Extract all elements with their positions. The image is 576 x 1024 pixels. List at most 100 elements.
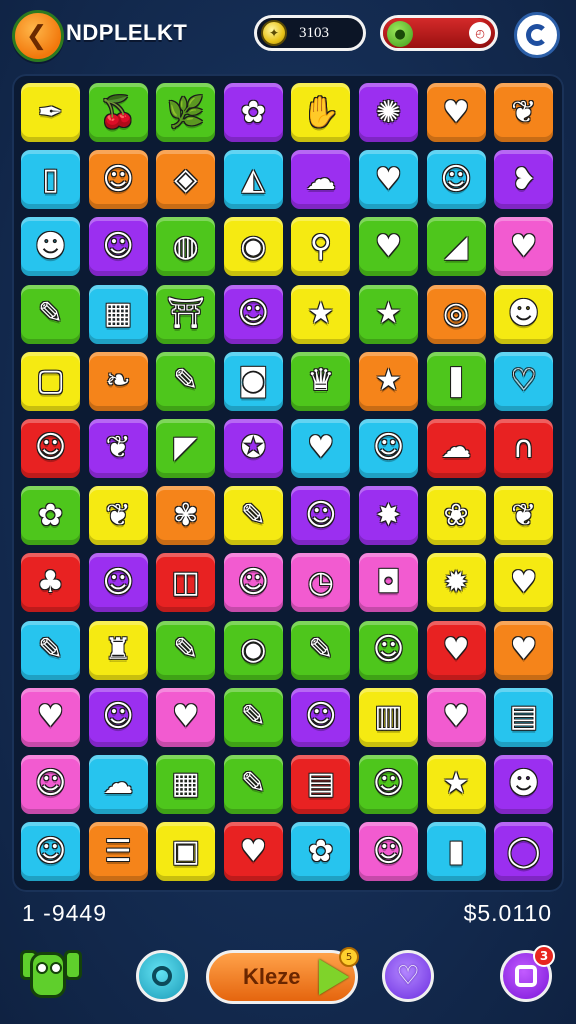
game-tile[interactable]: ☺ bbox=[356, 752, 420, 816]
game-tile[interactable]: ⚲ bbox=[289, 215, 353, 279]
game-tile[interactable]: ◉ bbox=[221, 618, 285, 682]
game-tile[interactable]: ✎ bbox=[154, 349, 218, 413]
game-tile[interactable]: ✹ bbox=[424, 551, 488, 615]
game-tile[interactable]: ✿ bbox=[221, 81, 285, 144]
game-tile[interactable]: ▣ bbox=[154, 820, 218, 884]
game-tile[interactable]: ❚ bbox=[424, 349, 488, 413]
game-tile[interactable]: ◢ bbox=[424, 215, 488, 279]
game-tile[interactable]: ♥ bbox=[289, 416, 353, 480]
game-tile[interactable]: ❥ bbox=[492, 148, 556, 212]
back-button[interactable]: ❮ bbox=[12, 10, 64, 62]
game-tile[interactable]: ☁ bbox=[424, 416, 488, 480]
game-tile[interactable]: ◙ bbox=[221, 349, 285, 413]
game-tile[interactable]: ✎ bbox=[19, 282, 82, 346]
game-tile[interactable]: ☺ bbox=[86, 685, 150, 749]
game-tile[interactable]: 🍒 bbox=[86, 81, 150, 144]
game-tile[interactable]: ◍ bbox=[154, 215, 218, 279]
game-tile[interactable]: ♡ bbox=[492, 349, 556, 413]
game-tile[interactable]: ☺ bbox=[221, 282, 285, 346]
game-tile[interactable]: ☺ bbox=[19, 752, 82, 816]
game-tile[interactable]: ▯ bbox=[19, 148, 82, 212]
game-tile[interactable]: ◭ bbox=[221, 148, 285, 212]
game-tile[interactable]: ☺ bbox=[19, 416, 82, 480]
game-tile[interactable]: ▦ bbox=[154, 752, 218, 816]
game-tile[interactable]: ☺ bbox=[86, 215, 150, 279]
favorite-button[interactable]: ♡ bbox=[382, 950, 434, 1002]
game-tile[interactable]: ♥ bbox=[154, 685, 218, 749]
game-tile[interactable]: ❦ bbox=[492, 81, 556, 144]
game-tile[interactable]: ✎ bbox=[154, 618, 218, 682]
game-tile[interactable]: ◷ bbox=[289, 551, 353, 615]
game-tile[interactable]: ☻ bbox=[492, 752, 556, 816]
game-tile[interactable]: ▢ bbox=[19, 349, 82, 413]
game-tile[interactable]: ▤ bbox=[492, 685, 556, 749]
coin-counter[interactable]: ✦ 3103 bbox=[254, 15, 366, 51]
game-tile[interactable]: ✪ bbox=[221, 416, 285, 480]
game-tile[interactable]: ⛩ bbox=[154, 282, 218, 346]
game-tile[interactable]: ☺ bbox=[356, 618, 420, 682]
game-tile[interactable]: ☺ bbox=[356, 416, 420, 480]
game-tile[interactable]: ♥ bbox=[424, 618, 488, 682]
game-tile[interactable]: ☻ bbox=[492, 282, 556, 346]
game-tile[interactable]: ☁ bbox=[289, 148, 353, 212]
game-tile[interactable]: ☺ bbox=[289, 484, 353, 548]
game-tile[interactable]: ✾ bbox=[154, 484, 218, 548]
game-tile[interactable]: ★ bbox=[356, 282, 420, 346]
settings-button[interactable] bbox=[514, 12, 560, 58]
game-tile[interactable]: ✎ bbox=[289, 618, 353, 682]
game-tile[interactable]: ☺ bbox=[356, 820, 420, 884]
game-tile[interactable]: ♥ bbox=[424, 81, 488, 144]
game-tile[interactable]: ♥ bbox=[221, 820, 285, 884]
game-tile[interactable]: ✎ bbox=[221, 752, 285, 816]
game-tile[interactable]: ♥ bbox=[19, 685, 82, 749]
game-tile[interactable]: ◫ bbox=[154, 551, 218, 615]
game-tile[interactable]: ▦ bbox=[86, 282, 150, 346]
hint-button[interactable] bbox=[136, 950, 188, 1002]
game-tile[interactable]: ♥ bbox=[356, 215, 420, 279]
game-tile[interactable]: ▤ bbox=[289, 752, 353, 816]
menu-button[interactable]: 3 bbox=[500, 945, 555, 1002]
game-tile[interactable]: ☺ bbox=[86, 148, 150, 212]
game-tile[interactable]: ✋ bbox=[289, 81, 353, 144]
game-tile[interactable]: ✿ bbox=[19, 484, 82, 548]
game-tile[interactable]: ★ bbox=[424, 752, 488, 816]
game-tile[interactable]: ◉ bbox=[221, 215, 285, 279]
game-tile[interactable]: ❀ bbox=[424, 484, 488, 548]
game-tile[interactable]: ✸ bbox=[356, 484, 420, 548]
game-tile[interactable]: ♥ bbox=[356, 148, 420, 212]
game-tile[interactable]: ♥ bbox=[492, 618, 556, 682]
game-tile[interactable]: ∩ bbox=[492, 416, 556, 480]
game-tile[interactable]: ▮ bbox=[424, 820, 488, 884]
game-tile[interactable]: ❦ bbox=[86, 416, 150, 480]
game-tile[interactable]: ☺ bbox=[289, 685, 353, 749]
game-tile[interactable]: ◎ bbox=[424, 282, 488, 346]
game-tile[interactable]: ☻ bbox=[19, 215, 82, 279]
game-tile[interactable]: ✎ bbox=[19, 618, 82, 682]
game-tile[interactable]: ♥ bbox=[492, 215, 556, 279]
game-tile[interactable]: ♣ bbox=[19, 551, 82, 615]
game-tile[interactable]: ❦ bbox=[86, 484, 150, 548]
game-tile[interactable]: ♥ bbox=[492, 551, 556, 615]
game-tile[interactable]: ☺ bbox=[221, 551, 285, 615]
game-tile[interactable]: ◘ bbox=[356, 551, 420, 615]
game-tile[interactable]: ❦ bbox=[492, 484, 556, 548]
game-tile[interactable]: ◈ bbox=[154, 148, 218, 212]
game-tile[interactable]: ✒ bbox=[19, 81, 82, 144]
game-tile[interactable]: ♥ bbox=[424, 685, 488, 749]
game-tile[interactable]: ✎ bbox=[221, 685, 285, 749]
game-tile[interactable]: ✺ bbox=[356, 81, 420, 144]
game-tile[interactable]: ◯ bbox=[492, 820, 556, 884]
game-tile[interactable]: ☰ bbox=[86, 820, 150, 884]
game-tile[interactable]: 🌿 bbox=[154, 81, 218, 144]
mascot-character[interactable] bbox=[18, 942, 82, 1004]
game-tile[interactable]: ☺ bbox=[19, 820, 82, 884]
play-button[interactable]: Kleze 5 bbox=[206, 947, 359, 1004]
game-tile[interactable]: ✿ bbox=[289, 820, 353, 884]
energy-bar[interactable]: ● ◴ bbox=[380, 15, 498, 51]
game-tile[interactable]: ★ bbox=[356, 349, 420, 413]
game-tile[interactable]: ★ bbox=[289, 282, 353, 346]
game-tile[interactable]: ☺ bbox=[424, 148, 488, 212]
game-tile[interactable]: ♜ bbox=[86, 618, 150, 682]
game-tile[interactable]: ◤ bbox=[154, 416, 218, 480]
game-tile[interactable]: ❧ bbox=[86, 349, 150, 413]
